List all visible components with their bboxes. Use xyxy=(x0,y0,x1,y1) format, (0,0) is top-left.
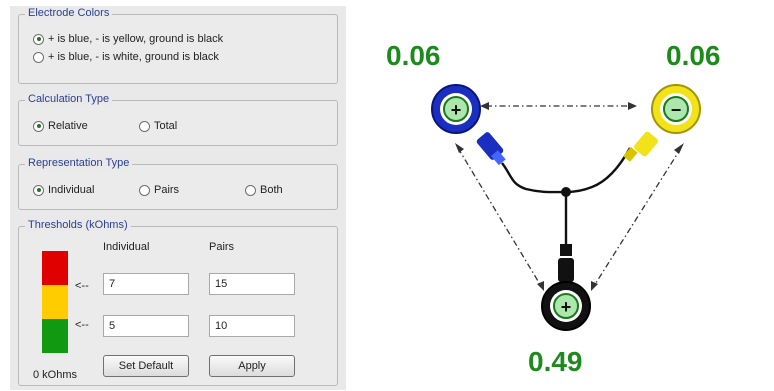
electrode-colors-option-blue-yellow[interactable]: + is blue, - is yellow, ground is black xyxy=(33,33,223,45)
column-header-pairs: Pairs xyxy=(209,241,235,253)
representation-type-title: Representation Type xyxy=(25,157,133,169)
representation-type-group: Representation Type Individual Pairs Bot… xyxy=(18,157,338,210)
scale-zero-label: 0 kOhms xyxy=(33,369,78,381)
lower-individual-threshold-input[interactable] xyxy=(103,315,189,337)
electrode-colors-group: Electrode Colors + is blue, - is yellow,… xyxy=(18,7,338,84)
upper-threshold-arrow: <-- xyxy=(75,280,89,292)
impedance-window: Electrode Colors + is blue, - is yellow,… xyxy=(0,0,774,391)
representation-type-option-pairs[interactable]: Pairs xyxy=(139,184,179,196)
svg-text:+: + xyxy=(451,100,462,120)
settings-panel: Electrode Colors + is blue, - is yellow,… xyxy=(10,6,346,390)
negative-electrode: − xyxy=(623,84,701,162)
threshold-mid-color xyxy=(42,285,68,319)
calculation-type-option-relative[interactable]: Relative xyxy=(33,120,88,132)
arrowhead xyxy=(455,143,464,153)
arrowhead xyxy=(537,281,544,291)
calculation-type-title: Calculation Type xyxy=(25,93,113,105)
radio-button[interactable] xyxy=(245,184,256,196)
arrowhead xyxy=(480,102,489,110)
lower-threshold-arrow: <-- xyxy=(75,319,89,331)
radio-label: Both xyxy=(260,184,283,196)
thresholds-group: Thresholds (kOhms) 0 kOhms Individual Pa… xyxy=(18,219,338,386)
wire-junction xyxy=(561,187,571,197)
thresholds-title: Thresholds (kOhms) xyxy=(25,219,131,231)
calculation-type-option-total[interactable]: Total xyxy=(139,120,177,132)
radio-button[interactable] xyxy=(33,51,44,63)
radio-label: Relative xyxy=(48,120,88,132)
lower-pairs-threshold-input[interactable] xyxy=(209,315,295,337)
calculation-type-group: Calculation Type Relative Total xyxy=(18,93,338,146)
svg-text:+: + xyxy=(561,297,572,317)
negative-wire xyxy=(565,147,632,194)
representation-type-option-individual[interactable]: Individual xyxy=(33,184,94,196)
radio-label: + is blue, - is yellow, ground is black xyxy=(48,33,224,45)
upper-pairs-threshold-input[interactable] xyxy=(209,273,295,295)
electrode-diagram-panel: 0.06 0.06 0.49 + − + xyxy=(356,6,774,390)
positive-electrode: + xyxy=(431,84,506,166)
electrode-colors-title: Electrode Colors xyxy=(25,7,113,19)
radio-button[interactable] xyxy=(33,184,44,196)
electrode-colors-option-blue-white[interactable]: + is blue, - is white, ground is black xyxy=(33,51,219,63)
column-header-individual: Individual xyxy=(103,241,150,253)
threshold-high-color xyxy=(42,251,68,285)
svg-text:−: − xyxy=(671,100,682,120)
representation-type-option-both[interactable]: Both xyxy=(245,184,283,196)
radio-button[interactable] xyxy=(33,120,44,132)
electrode-diagram: + − + xyxy=(431,84,701,331)
radio-button[interactable] xyxy=(139,184,150,196)
arrowhead xyxy=(674,143,684,154)
radio-label: Total xyxy=(154,120,178,132)
radio-label: + is blue, - is white, ground is black xyxy=(48,51,219,63)
apply-button[interactable]: Apply xyxy=(209,355,295,377)
radio-button[interactable] xyxy=(139,120,150,132)
pair-line-positive-ground xyxy=(457,147,542,287)
pair-line-negative-ground xyxy=(593,147,682,287)
radio-button[interactable] xyxy=(33,33,44,45)
set-default-button[interactable]: Set Default xyxy=(103,355,189,377)
arrowhead xyxy=(628,102,637,110)
ground-electrode: + xyxy=(541,244,591,331)
threshold-low-color xyxy=(42,319,68,353)
radio-label: Pairs xyxy=(154,184,180,196)
upper-individual-threshold-input[interactable] xyxy=(103,273,189,295)
positive-wire xyxy=(501,162,567,194)
radio-label: Individual xyxy=(48,184,95,196)
